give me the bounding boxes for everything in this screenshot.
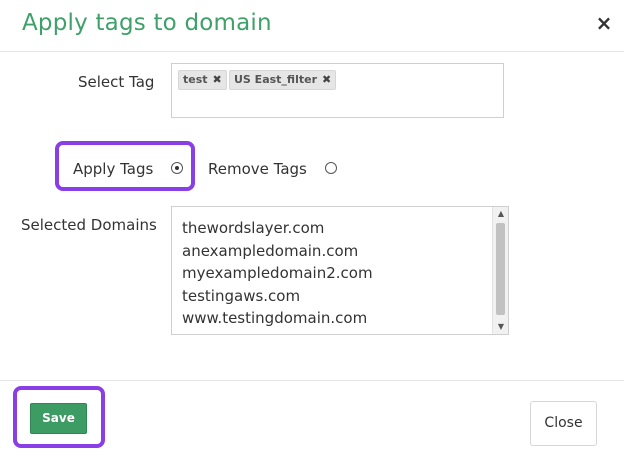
domain-item: thewordslayer.com: [182, 219, 325, 237]
remove-tag-icon[interactable]: ✖: [322, 71, 331, 89]
domain-item: www.testingdomain.com: [182, 309, 368, 327]
selected-domains-list[interactable]: thewordslayer.com anexampledomain.com my…: [171, 206, 509, 335]
remove-tag-icon[interactable]: ✖: [213, 71, 222, 89]
domain-list: thewordslayer.com anexampledomain.com my…: [182, 217, 373, 330]
selected-domains-label: Selected Domains: [21, 216, 157, 234]
select-tag-label: Select Tag: [78, 73, 155, 91]
remove-tags-radio[interactable]: [325, 162, 337, 174]
dialog-header: Apply tags to domain ×: [0, 0, 624, 52]
apply-tags-radio[interactable]: [171, 162, 183, 174]
scroll-up-icon[interactable]: ▲: [496, 209, 506, 219]
close-icon[interactable]: ×: [594, 12, 614, 34]
apply-tags-dialog: Apply tags to domain × Select Tag test ✖ …: [0, 0, 624, 464]
close-button[interactable]: Close: [530, 401, 597, 446]
apply-tags-label[interactable]: Apply Tags: [73, 160, 153, 178]
dialog-title: Apply tags to domain: [22, 10, 272, 36]
domains-scrollbar[interactable]: ▲ ▼: [492, 207, 508, 334]
scroll-thumb[interactable]: [496, 223, 505, 315]
domain-item: myexampledomain2.com: [182, 264, 373, 282]
tag-chip-label: test: [183, 73, 208, 86]
tag-select-input[interactable]: test ✖ US East_filter ✖: [171, 63, 504, 118]
save-button[interactable]: Save: [30, 403, 87, 434]
scroll-down-icon[interactable]: ▼: [496, 322, 506, 332]
domain-item: testingaws.com: [182, 286, 301, 305]
tag-chip-us-east-filter: US East_filter ✖: [229, 70, 337, 90]
tag-chip-test: test ✖: [178, 70, 227, 90]
footer-divider: [0, 380, 624, 381]
remove-tags-label[interactable]: Remove Tags: [208, 160, 307, 178]
tag-chip-label: US East_filter: [234, 73, 317, 86]
domain-item: anexampledomain.com: [182, 241, 359, 260]
